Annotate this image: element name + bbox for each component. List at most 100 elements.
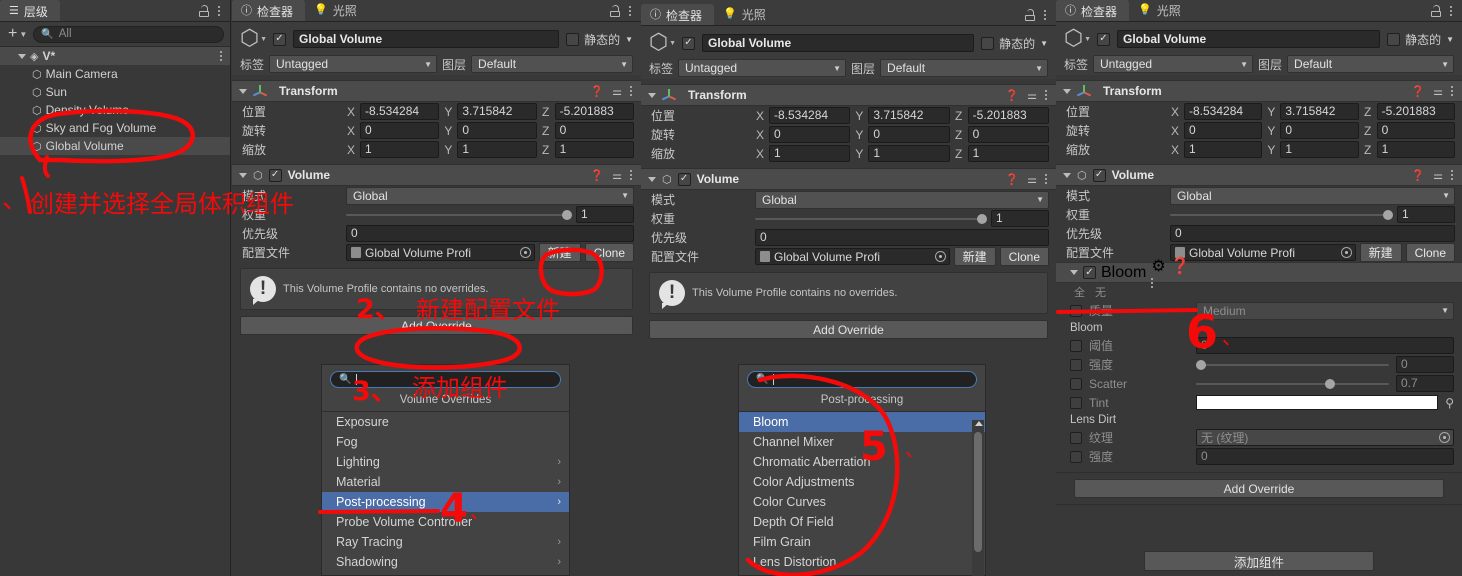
tab-inspector[interactable]: ⓘ 检查器 xyxy=(641,4,715,25)
component-menu-icon[interactable] xyxy=(1045,88,1049,102)
chevron-down-icon[interactable] xyxy=(648,92,656,98)
transform-position-z-field[interactable]: -5.201883 xyxy=(967,107,1049,124)
transform-rotation-y-field[interactable]: 0 xyxy=(1280,122,1359,139)
lens-dirt-texture-field[interactable]: 无 (纹理) xyxy=(1196,429,1454,446)
help-icon[interactable]: ❓ xyxy=(1411,85,1425,98)
component-menu-icon[interactable] xyxy=(1451,84,1455,98)
help-icon[interactable]: ❓ xyxy=(1005,173,1019,186)
new-profile-button[interactable]: 新建 xyxy=(1359,243,1402,262)
add-override-button[interactable]: Add Override xyxy=(240,316,633,335)
bloom-intensity-checkbox[interactable] xyxy=(1070,358,1082,371)
transform-position-x-field[interactable]: -8.534284 xyxy=(1184,103,1263,120)
help-icon[interactable]: ❓ xyxy=(1005,89,1019,102)
volume-component-header[interactable]: ⬡ ✓ Volume ❓ ⚌ xyxy=(1056,164,1462,186)
menu-item-lens-distortion[interactable]: Lens Distortion xyxy=(739,552,985,572)
bloom-quality-checkbox[interactable] xyxy=(1070,304,1082,317)
menu-item-bloom[interactable]: Bloom xyxy=(739,412,985,432)
help-icon[interactable]: ❓ xyxy=(1411,169,1425,182)
object-name-field[interactable]: Global Volume xyxy=(702,34,975,52)
bloom-quality-dropdown[interactable]: Medium ▼ xyxy=(1196,301,1454,320)
tag-dropdown[interactable]: Untagged ▼ xyxy=(269,55,438,73)
component-menu-icon[interactable] xyxy=(630,84,634,98)
volume-mode-dropdown[interactable]: Global ▼ xyxy=(1170,186,1455,205)
chevron-down-icon[interactable] xyxy=(1070,270,1078,275)
chevron-down-icon[interactable] xyxy=(1063,172,1071,178)
menu-item-color-curves[interactable]: Color Curves xyxy=(739,492,985,512)
object-name-field[interactable]: Global Volume xyxy=(293,30,560,48)
transform-rotation-y-field[interactable]: 0 xyxy=(457,122,537,139)
menu-item-material[interactable]: Material › xyxy=(322,472,569,492)
volume-priority-field[interactable]: 0 xyxy=(346,225,634,242)
volume-weight-slider[interactable] xyxy=(1170,206,1393,223)
object-name-field[interactable]: Global Volume xyxy=(1117,30,1381,48)
component-menu-icon[interactable] xyxy=(1151,277,1190,288)
layer-dropdown[interactable]: Default ▼ xyxy=(471,55,633,73)
chevron-down-icon[interactable] xyxy=(239,172,247,178)
object-picker-icon[interactable] xyxy=(1340,247,1352,258)
transform-scale-x-field[interactable]: 1 xyxy=(1184,141,1263,158)
help-icon[interactable]: ❓ xyxy=(590,85,604,98)
tag-dropdown[interactable]: Untagged ▼ xyxy=(1093,55,1254,73)
add-component-button[interactable]: 添加组件 xyxy=(1144,551,1374,571)
menu-item-exposure[interactable]: Exposure xyxy=(322,412,569,432)
preset-icon[interactable]: ⚌ xyxy=(1433,169,1443,182)
menu-item-channel-mixer[interactable]: Channel Mixer xyxy=(739,432,985,452)
menu-item-film-grain[interactable]: Film Grain xyxy=(739,532,985,552)
volume-priority-field[interactable]: 0 xyxy=(755,229,1049,246)
hierarchy-item-density-volume[interactable]: ⬡ Density Volume xyxy=(0,101,230,119)
new-profile-button[interactable]: 新建 xyxy=(538,243,581,262)
transform-rotation-x-field[interactable]: 0 xyxy=(1184,122,1263,139)
transform-position-x-field[interactable]: -8.534284 xyxy=(360,103,440,120)
transform-component-header[interactable]: Transform ❓ ⚌ xyxy=(1056,80,1462,102)
animate-icon[interactable]: ⚙ xyxy=(1151,258,1165,275)
transform-rotation-z-field[interactable]: 0 xyxy=(554,122,634,139)
transform-rotation-z-field[interactable]: 0 xyxy=(967,126,1049,143)
layer-dropdown[interactable]: Default ▼ xyxy=(1287,55,1454,73)
help-icon[interactable]: ❓ xyxy=(1170,258,1190,275)
postprocessing-search-input[interactable]: 🔍 xyxy=(747,371,977,388)
transform-position-y-field[interactable]: 3.715842 xyxy=(868,107,950,124)
transform-scale-z-field[interactable]: 1 xyxy=(554,141,634,158)
eyedropper-icon[interactable]: ⚲ xyxy=(1445,396,1454,410)
volume-weight-slider[interactable] xyxy=(346,206,572,223)
lens-dirt-texture-checkbox[interactable] xyxy=(1070,431,1082,444)
search-input[interactable]: 🔍 All xyxy=(33,25,224,43)
lock-icon[interactable] xyxy=(610,5,620,17)
transform-position-x-field[interactable]: -8.534284 xyxy=(769,107,851,124)
inspector-menu-icon[interactable] xyxy=(1044,8,1048,22)
bloom-scatter-checkbox[interactable] xyxy=(1070,377,1082,390)
chevron-down-icon[interactable] xyxy=(1063,88,1071,94)
tag-dropdown[interactable]: Untagged ▼ xyxy=(678,59,847,77)
scrollbar-thumb[interactable] xyxy=(974,432,982,552)
volume-weight-slider[interactable] xyxy=(755,210,987,227)
tab-lighting[interactable]: 💡 光照 xyxy=(1129,0,1193,21)
bloom-threshold-field[interactable]: 0 xyxy=(1196,337,1454,354)
chevron-down-icon[interactable] xyxy=(648,176,656,182)
volume-enabled-checkbox[interactable]: ✓ xyxy=(268,168,282,182)
menu-item-post-processing[interactable]: Post-processing › xyxy=(322,492,569,512)
chevron-down-icon[interactable]: ▼ xyxy=(1040,39,1048,48)
transform-position-z-field[interactable]: -5.201883 xyxy=(1376,103,1455,120)
chevron-down-icon[interactable] xyxy=(18,53,26,59)
transform-component-header[interactable]: Transform ❓ ⚌ xyxy=(232,80,641,102)
add-override-button[interactable]: Add Override xyxy=(649,320,1048,339)
volume-mode-dropdown[interactable]: Global ▼ xyxy=(755,190,1049,209)
static-checkbox[interactable]: ✓ xyxy=(566,32,580,46)
volume-mode-dropdown[interactable]: Global ▼ xyxy=(346,186,634,205)
volume-component-header[interactable]: ⬡ ✓ Volume ❓ ⚌ xyxy=(232,164,641,186)
volume-component-header[interactable]: ⬡ ✓ Volume ❓ ⚌ xyxy=(641,168,1056,190)
menu-item-probe-volume-controller[interactable]: Probe Volume Controller xyxy=(322,512,569,532)
clone-profile-button[interactable]: Clone xyxy=(999,247,1049,266)
transform-position-z-field[interactable]: -5.201883 xyxy=(554,103,634,120)
bloom-scatter-field[interactable]: 0.7 xyxy=(1396,375,1454,392)
menu-item-ray-tracing[interactable]: Ray Tracing › xyxy=(322,532,569,552)
popup-scrollbar[interactable] xyxy=(972,420,984,576)
lens-dirt-intensity-field[interactable]: 0 xyxy=(1196,448,1454,465)
hierarchy-scene-row[interactable]: ◈ V* xyxy=(0,47,230,65)
menu-item-shadowing[interactable]: Shadowing › xyxy=(322,552,569,572)
object-picker-icon[interactable] xyxy=(519,247,531,258)
clone-profile-button[interactable]: Clone xyxy=(584,243,634,262)
bloom-none-toggle[interactable]: 无 xyxy=(1095,284,1106,300)
tab-lighting[interactable]: 💡 光照 xyxy=(714,4,778,25)
bloom-threshold-checkbox[interactable] xyxy=(1070,339,1082,352)
